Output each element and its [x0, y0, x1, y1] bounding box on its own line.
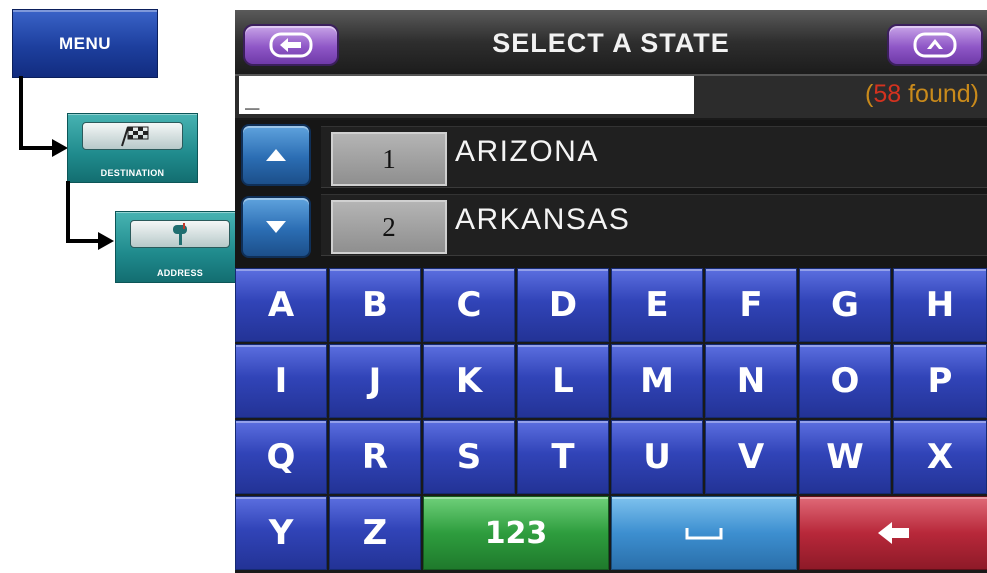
state-search-input[interactable]: _: [239, 76, 694, 114]
results-count: (58 found): [865, 80, 979, 109]
key-u[interactable]: U: [611, 420, 703, 494]
flow-arrow-2: [98, 232, 114, 250]
address-button[interactable]: ADDRESS: [115, 211, 245, 283]
key-k[interactable]: K: [423, 344, 515, 418]
scroll-up-button[interactable]: [241, 124, 311, 186]
space-bar-icon: [685, 528, 723, 540]
key-t[interactable]: T: [517, 420, 609, 494]
key-i[interactable]: I: [235, 344, 327, 418]
result-index: 2: [331, 200, 447, 254]
key-e[interactable]: E: [611, 268, 703, 342]
address-button-face: [130, 220, 230, 248]
result-index: 1: [331, 132, 447, 186]
checkered-flag-icon: [120, 126, 148, 147]
key-l[interactable]: L: [517, 344, 609, 418]
triangle-up-icon: [266, 149, 286, 161]
key-x[interactable]: X: [893, 420, 987, 494]
backspace-arrow-icon: [878, 522, 909, 544]
space-key[interactable]: [611, 496, 797, 570]
destination-button[interactable]: DESTINATION: [67, 113, 198, 183]
key-o[interactable]: O: [799, 344, 891, 418]
results-count-suffix: found): [901, 80, 979, 108]
key-p[interactable]: P: [893, 344, 987, 418]
flow-arrow-1: [52, 139, 68, 157]
destination-button-face: [82, 122, 183, 150]
on-screen-keyboard: A B C D E F G H I J K L M N O P Q R S T …: [235, 268, 987, 573]
key-v[interactable]: V: [705, 420, 797, 494]
key-r[interactable]: R: [329, 420, 421, 494]
key-d[interactable]: D: [517, 268, 609, 342]
results-list: 1 ARIZONA 2 ARKANSAS: [235, 120, 987, 268]
key-n[interactable]: N: [705, 344, 797, 418]
key-c[interactable]: C: [423, 268, 515, 342]
scroll-down-button[interactable]: [241, 196, 311, 258]
key-b[interactable]: B: [329, 268, 421, 342]
key-m[interactable]: M: [611, 344, 703, 418]
flow-connector-1-horizontal: [19, 146, 55, 150]
backspace-key[interactable]: [799, 496, 987, 570]
result-row[interactable]: 1 ARIZONA: [321, 126, 987, 188]
arrow-left-icon: [269, 32, 313, 58]
key-w[interactable]: W: [799, 420, 891, 494]
page-title: SELECT A STATE: [492, 28, 730, 58]
header-bar: SELECT A STATE: [235, 10, 987, 76]
key-s[interactable]: S: [423, 420, 515, 494]
mailbox-icon: [173, 223, 187, 245]
menu-button-label: MENU: [58, 33, 112, 53]
key-g[interactable]: G: [799, 268, 891, 342]
navigation-screen: SELECT A STATE _ (58 found) 1 ARIZONA 2 …: [235, 10, 987, 573]
key-y[interactable]: Y: [235, 496, 327, 570]
key-q[interactable]: Q: [235, 420, 327, 494]
result-row[interactable]: 2 ARKANSAS: [321, 194, 987, 256]
address-button-label: ADDRESS: [156, 268, 204, 278]
key-z[interactable]: Z: [329, 496, 421, 570]
search-row: _ (58 found): [235, 76, 987, 118]
result-name: ARKANSAS: [455, 203, 631, 236]
up-button[interactable]: [887, 24, 983, 66]
flow-connector-2-horizontal: [66, 239, 100, 243]
key-a[interactable]: A: [235, 268, 327, 342]
triangle-down-icon: [266, 221, 286, 233]
result-name: ARIZONA: [455, 135, 599, 168]
flow-connector-2-vertical: [66, 181, 70, 243]
key-f[interactable]: F: [705, 268, 797, 342]
destination-button-label: DESTINATION: [100, 168, 165, 178]
key-j[interactable]: J: [329, 344, 421, 418]
results-count-number: 58: [873, 80, 902, 108]
key-h[interactable]: H: [893, 268, 987, 342]
chevron-up-icon: [913, 32, 957, 58]
numbers-key[interactable]: 123: [423, 496, 609, 570]
menu-button[interactable]: MENU: [12, 9, 158, 78]
flow-connector-1-vertical: [19, 76, 23, 150]
back-button[interactable]: [243, 24, 339, 66]
